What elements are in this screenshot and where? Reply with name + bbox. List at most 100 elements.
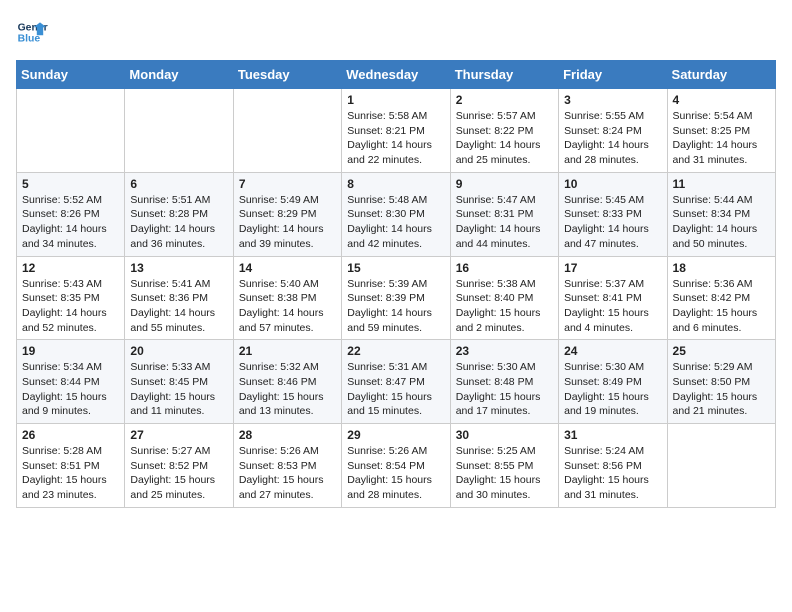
calendar-cell: 14 Sunrise: 5:40 AMSunset: 8:38 PMDayligh…	[233, 256, 341, 340]
calendar-cell: 24 Sunrise: 5:30 AMSunset: 8:49 PMDayligh…	[559, 340, 667, 424]
page-header: General Blue	[16, 16, 776, 48]
calendar-cell: 5 Sunrise: 5:52 AMSunset: 8:26 PMDaylight…	[17, 172, 125, 256]
day-number: 8	[347, 177, 444, 191]
day-number: 29	[347, 428, 444, 442]
day-number: 25	[673, 344, 770, 358]
calendar-week-row: 1Sunrise: 5:58 AMSunset: 8:21 PMDaylight…	[17, 89, 776, 173]
day-number: 26	[22, 428, 119, 442]
svg-text:General: General	[18, 22, 48, 33]
cell-info: Sunrise: 5:32 AMSunset: 8:46 PMDaylight:…	[239, 361, 324, 417]
calendar-cell	[233, 89, 341, 173]
cell-info: Sunrise: 5:44 AMSunset: 8:34 PMDaylight:…	[673, 194, 758, 250]
day-number: 14	[239, 261, 336, 275]
logo-icon: General Blue	[16, 16, 48, 48]
cell-info: Sunrise: 5:52 AMSunset: 8:26 PMDaylight:…	[22, 194, 107, 250]
cell-info: Sunrise: 5:31 AMSunset: 8:47 PMDaylight:…	[347, 361, 432, 417]
calendar-cell: 6 Sunrise: 5:51 AMSunset: 8:28 PMDaylight…	[125, 172, 233, 256]
calendar-cell: 4 Sunrise: 5:54 AMSunset: 8:25 PMDaylight…	[667, 89, 775, 173]
cell-info: Sunrise: 5:30 AMSunset: 8:48 PMDaylight:…	[456, 361, 541, 417]
day-number: 16	[456, 261, 553, 275]
day-number: 9	[456, 177, 553, 191]
svg-text:Blue: Blue	[18, 34, 41, 45]
cell-info: Sunrise: 5:48 AMSunset: 8:30 PMDaylight:…	[347, 194, 432, 250]
calendar-week-row: 26 Sunrise: 5:28 AMSunset: 8:51 PMDayligh…	[17, 424, 776, 508]
cell-info: Sunrise: 5:57 AMSunset: 8:22 PMDaylight:…	[456, 110, 541, 166]
calendar-cell	[667, 424, 775, 508]
day-number: 23	[456, 344, 553, 358]
calendar-cell: 25 Sunrise: 5:29 AMSunset: 8:50 PMDayligh…	[667, 340, 775, 424]
day-number: 7	[239, 177, 336, 191]
weekday-header: Saturday	[667, 61, 775, 89]
cell-info: Sunrise: 5:45 AMSunset: 8:33 PMDaylight:…	[564, 194, 649, 250]
day-number: 28	[239, 428, 336, 442]
cell-info: Sunrise: 5:49 AMSunset: 8:29 PMDaylight:…	[239, 194, 324, 250]
weekday-header: Wednesday	[342, 61, 450, 89]
cell-info: Sunrise: 5:38 AMSunset: 8:40 PMDaylight:…	[456, 278, 541, 334]
day-number: 31	[564, 428, 661, 442]
day-number: 17	[564, 261, 661, 275]
calendar-cell: 2 Sunrise: 5:57 AMSunset: 8:22 PMDaylight…	[450, 89, 558, 173]
calendar-cell: 15 Sunrise: 5:39 AMSunset: 8:39 PMDayligh…	[342, 256, 450, 340]
cell-info: Sunrise: 5:28 AMSunset: 8:51 PMDaylight:…	[22, 445, 107, 501]
calendar-week-row: 12 Sunrise: 5:43 AMSunset: 8:35 PMDayligh…	[17, 256, 776, 340]
cell-info: Sunrise: 5:36 AMSunset: 8:42 PMDaylight:…	[673, 278, 758, 334]
calendar-cell: 1Sunrise: 5:58 AMSunset: 8:21 PMDaylight…	[342, 89, 450, 173]
calendar-cell: 11 Sunrise: 5:44 AMSunset: 8:34 PMDayligh…	[667, 172, 775, 256]
calendar-cell: 20Sunrise: 5:33 AMSunset: 8:45 PMDayligh…	[125, 340, 233, 424]
calendar-cell: 19Sunrise: 5:34 AMSunset: 8:44 PMDayligh…	[17, 340, 125, 424]
cell-info: Sunrise: 5:29 AMSunset: 8:50 PMDaylight:…	[673, 361, 758, 417]
cell-info: Sunrise: 5:54 AMSunset: 8:25 PMDaylight:…	[673, 110, 758, 166]
calendar-cell: 21Sunrise: 5:32 AMSunset: 8:46 PMDayligh…	[233, 340, 341, 424]
cell-info: Sunrise: 5:24 AMSunset: 8:56 PMDaylight:…	[564, 445, 649, 501]
calendar-cell: 26 Sunrise: 5:28 AMSunset: 8:51 PMDayligh…	[17, 424, 125, 508]
weekday-header: Sunday	[17, 61, 125, 89]
calendar-cell: 13Sunrise: 5:41 AMSunset: 8:36 PMDayligh…	[125, 256, 233, 340]
cell-info: Sunrise: 5:26 AMSunset: 8:54 PMDaylight:…	[347, 445, 432, 501]
weekday-header: Monday	[125, 61, 233, 89]
day-number: 15	[347, 261, 444, 275]
cell-info: Sunrise: 5:39 AMSunset: 8:39 PMDaylight:…	[347, 278, 432, 334]
calendar-cell: 23 Sunrise: 5:30 AMSunset: 8:48 PMDayligh…	[450, 340, 558, 424]
calendar-table: SundayMondayTuesdayWednesdayThursdayFrid…	[16, 60, 776, 508]
day-number: 1	[347, 93, 444, 107]
calendar-cell: 7 Sunrise: 5:49 AMSunset: 8:29 PMDaylight…	[233, 172, 341, 256]
cell-info: Sunrise: 5:55 AMSunset: 8:24 PMDaylight:…	[564, 110, 649, 166]
calendar-cell: 9Sunrise: 5:47 AMSunset: 8:31 PMDaylight…	[450, 172, 558, 256]
day-number: 18	[673, 261, 770, 275]
day-number: 22	[347, 344, 444, 358]
cell-info: Sunrise: 5:41 AMSunset: 8:36 PMDaylight:…	[130, 278, 215, 334]
calendar-cell: 30Sunrise: 5:25 AMSunset: 8:55 PMDayligh…	[450, 424, 558, 508]
calendar-week-row: 5 Sunrise: 5:52 AMSunset: 8:26 PMDaylight…	[17, 172, 776, 256]
calendar-cell: 27 Sunrise: 5:27 AMSunset: 8:52 PMDayligh…	[125, 424, 233, 508]
day-number: 12	[22, 261, 119, 275]
cell-info: Sunrise: 5:37 AMSunset: 8:41 PMDaylight:…	[564, 278, 649, 334]
cell-info: Sunrise: 5:33 AMSunset: 8:45 PMDaylight:…	[130, 361, 215, 417]
day-number: 6	[130, 177, 227, 191]
calendar-cell: 18 Sunrise: 5:36 AMSunset: 8:42 PMDayligh…	[667, 256, 775, 340]
cell-info: Sunrise: 5:40 AMSunset: 8:38 PMDaylight:…	[239, 278, 324, 334]
weekday-header: Friday	[559, 61, 667, 89]
cell-info: Sunrise: 5:30 AMSunset: 8:49 PMDaylight:…	[564, 361, 649, 417]
calendar-cell: 17 Sunrise: 5:37 AMSunset: 8:41 PMDayligh…	[559, 256, 667, 340]
calendar-cell	[125, 89, 233, 173]
cell-info: Sunrise: 5:43 AMSunset: 8:35 PMDaylight:…	[22, 278, 107, 334]
weekday-header-row: SundayMondayTuesdayWednesdayThursdayFrid…	[17, 61, 776, 89]
logo: General Blue	[16, 16, 48, 48]
day-number: 5	[22, 177, 119, 191]
day-number: 4	[673, 93, 770, 107]
day-number: 11	[673, 177, 770, 191]
day-number: 24	[564, 344, 661, 358]
calendar-cell: 28 Sunrise: 5:26 AMSunset: 8:53 PMDayligh…	[233, 424, 341, 508]
day-number: 3	[564, 93, 661, 107]
calendar-cell: 29 Sunrise: 5:26 AMSunset: 8:54 PMDayligh…	[342, 424, 450, 508]
cell-info: Sunrise: 5:34 AMSunset: 8:44 PMDaylight:…	[22, 361, 107, 417]
calendar-week-row: 19Sunrise: 5:34 AMSunset: 8:44 PMDayligh…	[17, 340, 776, 424]
cell-info: Sunrise: 5:27 AMSunset: 8:52 PMDaylight:…	[130, 445, 215, 501]
cell-info: Sunrise: 5:26 AMSunset: 8:53 PMDaylight:…	[239, 445, 324, 501]
calendar-cell	[17, 89, 125, 173]
day-number: 10	[564, 177, 661, 191]
day-number: 2	[456, 93, 553, 107]
calendar-cell: 22 Sunrise: 5:31 AMSunset: 8:47 PMDayligh…	[342, 340, 450, 424]
day-number: 27	[130, 428, 227, 442]
cell-info: Sunrise: 5:51 AMSunset: 8:28 PMDaylight:…	[130, 194, 215, 250]
